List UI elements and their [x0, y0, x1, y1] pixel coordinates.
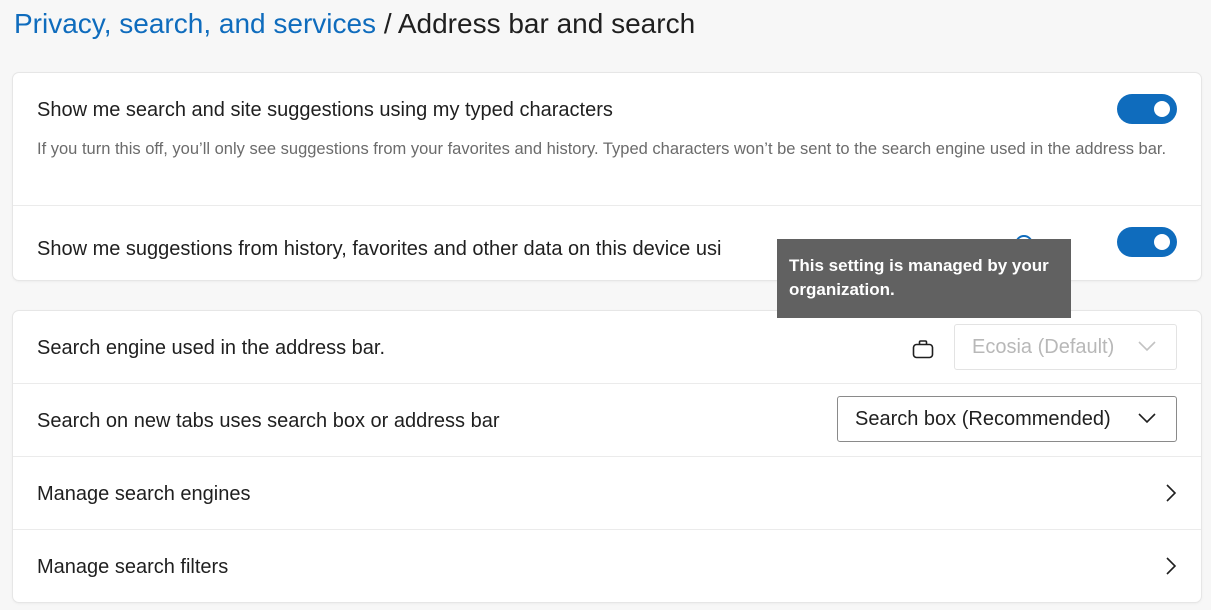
new-tabs-search-setting-title: Search on new tabs uses search box or ad…: [37, 410, 500, 432]
search-engine-setting-row: Search engine used in the address bar. E…: [13, 311, 1201, 383]
breadcrumb-parent-link[interactable]: Privacy, search, and services: [14, 8, 376, 39]
history-suggestions-toggle[interactable]: [1117, 227, 1177, 257]
typed-characters-setting-title: Show me search and site suggestions usin…: [37, 99, 613, 121]
typed-characters-toggle[interactable]: [1117, 94, 1177, 124]
chevron-down-icon: [1138, 413, 1156, 424]
new-tabs-search-dropdown-value: Search box (Recommended): [855, 408, 1111, 430]
toggle-knob: [1154, 234, 1170, 250]
briefcase-icon: [912, 340, 934, 359]
manage-search-engines-title: Manage search engines: [37, 483, 251, 505]
new-tabs-search-dropdown[interactable]: Search box (Recommended): [837, 396, 1177, 442]
search-settings-card: Search engine used in the address bar. E…: [13, 311, 1201, 602]
page-title: Address bar and search: [397, 8, 696, 39]
history-suggestions-setting-title: Show me suggestions from history, favori…: [37, 238, 722, 260]
search-engine-dropdown-value: Ecosia (Default): [972, 336, 1115, 358]
chevron-right-icon: [1166, 557, 1177, 575]
typed-characters-setting-description: If you turn this off, you’ll only see su…: [37, 140, 1167, 158]
search-engine-setting-title: Search engine used in the address bar.: [37, 337, 386, 359]
toggle-knob: [1154, 101, 1170, 117]
new-tabs-search-setting-row: Search on new tabs uses search box or ad…: [13, 384, 1201, 456]
managed-setting-tooltip: This setting is managed by your organiza…: [777, 239, 1071, 318]
chevron-right-icon: [1166, 484, 1177, 502]
search-engine-dropdown: Ecosia (Default): [954, 324, 1177, 370]
manage-search-engines-row[interactable]: Manage search engines: [13, 457, 1201, 529]
chevron-down-icon: [1138, 341, 1156, 352]
breadcrumb: Privacy, search, and services / Address …: [14, 4, 695, 44]
manage-search-filters-title: Manage search filters: [37, 556, 229, 578]
breadcrumb-separator: /: [376, 8, 398, 39]
manage-search-filters-row[interactable]: Manage search filters: [13, 530, 1201, 602]
typed-characters-setting-row: Show me search and site suggestions usin…: [13, 73, 1201, 205]
